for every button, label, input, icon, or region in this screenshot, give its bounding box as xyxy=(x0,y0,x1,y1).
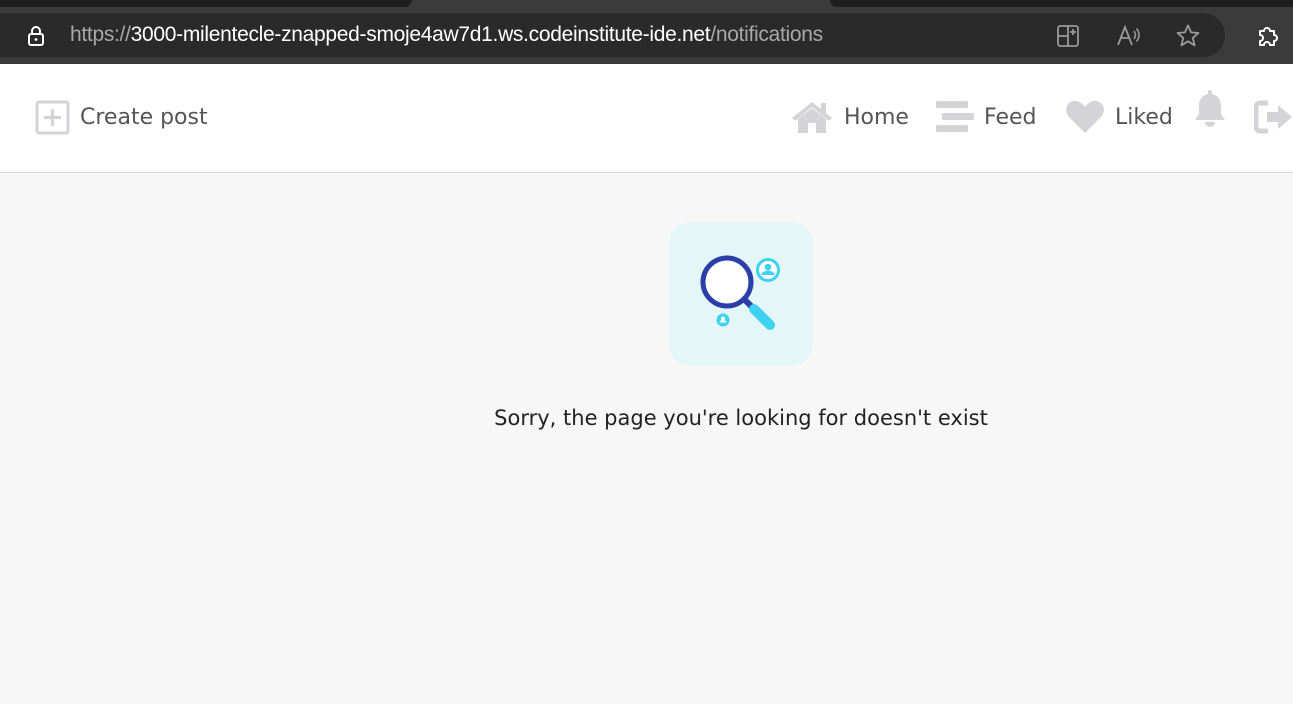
address-bar[interactable]: https://3000-milentecle-znapped-smoje4aw… xyxy=(0,13,1225,57)
home-icon xyxy=(792,102,832,133)
nav-home-link[interactable]: Home xyxy=(790,99,909,135)
user-bubble-icon xyxy=(756,258,780,282)
heart-icon xyxy=(1066,100,1104,133)
liked-label: Liked xyxy=(1115,104,1173,130)
nav-feed-link[interactable]: Feed xyxy=(936,99,1037,135)
url-host: 3000-milentecle-znapped-smoje4aw7d1.ws.c… xyxy=(130,23,711,46)
tab-strip xyxy=(0,0,412,7)
url-path: /notifications xyxy=(710,23,823,46)
lock-icon[interactable] xyxy=(24,24,48,48)
nav-notifications-link[interactable] xyxy=(1192,90,1228,130)
plus-square-icon xyxy=(35,100,70,135)
split-screen-icon[interactable] xyxy=(1055,23,1081,49)
home-label: Home xyxy=(844,104,909,130)
main-content: Sorry, the page you're looking for doesn… xyxy=(0,173,1293,704)
puzzle-icon[interactable] xyxy=(1254,22,1282,50)
user-bubble-small-icon xyxy=(716,313,730,327)
read-aloud-icon[interactable] xyxy=(1115,23,1141,49)
app-navbar: Create post Home Feed Liked xyxy=(0,64,1293,173)
url-text[interactable]: https://3000-milentecle-znapped-smoje4aw… xyxy=(70,23,823,47)
browser-toolbar: https://3000-milentecle-znapped-smoje4aw… xyxy=(0,0,1293,64)
bell-icon xyxy=(1195,90,1225,127)
create-post-label: Create post xyxy=(80,105,208,130)
stream-icon xyxy=(936,101,974,132)
url-scheme: https:// xyxy=(70,23,131,46)
create-post-link[interactable]: Create post xyxy=(35,100,208,135)
nav-sign-out-link[interactable] xyxy=(1254,100,1293,134)
star-icon[interactable] xyxy=(1175,23,1201,49)
sign-out-icon xyxy=(1254,100,1292,134)
not-found-illustration xyxy=(669,222,813,366)
nav-liked-link[interactable]: Liked xyxy=(1065,99,1173,135)
feed-label: Feed xyxy=(984,104,1037,130)
tab-strip xyxy=(830,0,1293,7)
not-found-message: Sorry, the page you're looking for doesn… xyxy=(494,406,988,430)
